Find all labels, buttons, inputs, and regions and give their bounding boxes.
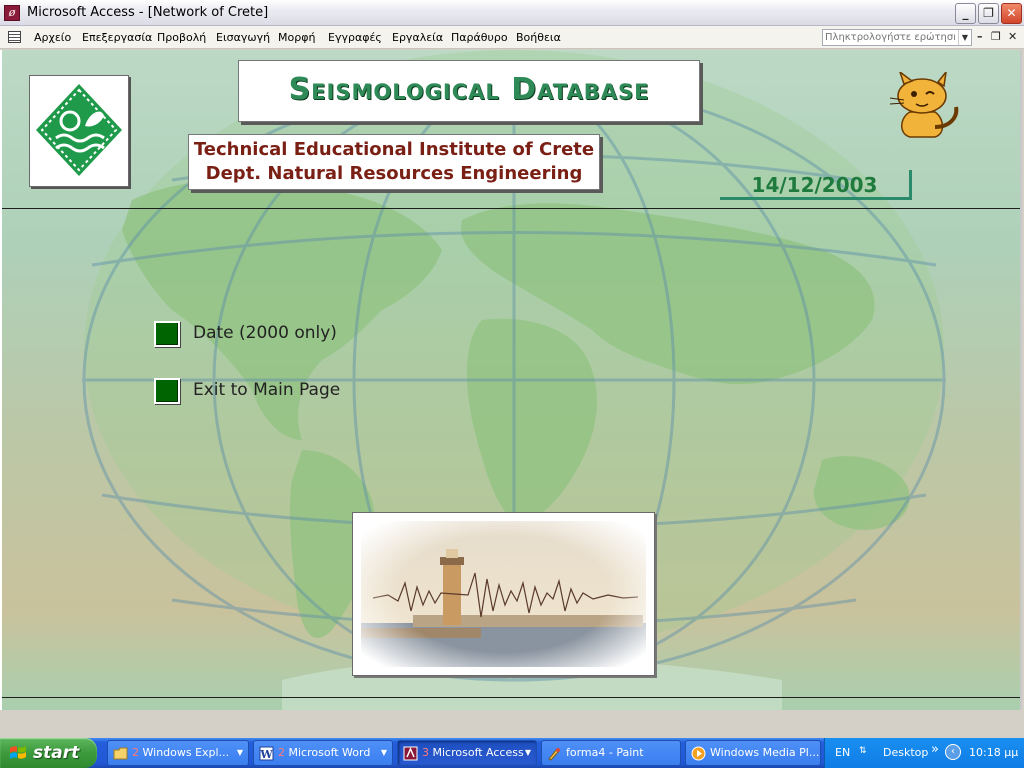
chevron-down-icon: ▼ xyxy=(380,748,387,757)
menu-help[interactable]: Βοήθεια xyxy=(516,31,561,44)
chevron-down-icon[interactable]: ▼ xyxy=(958,30,971,45)
menu-view[interactable]: Προβολή xyxy=(157,31,206,44)
minimize-button[interactable]: _ xyxy=(955,3,976,24)
divider-top xyxy=(2,208,1020,209)
menu-insert[interactable]: Εισαγωγή xyxy=(216,31,270,44)
exit-main-page-label[interactable]: Exit to Main Page xyxy=(193,380,340,400)
paint-icon xyxy=(548,748,560,761)
menu-edit[interactable]: Επεξεργασία xyxy=(82,31,152,44)
institute-logo xyxy=(29,75,129,187)
start-button[interactable]: start xyxy=(0,738,97,768)
restore-button[interactable]: ❐ xyxy=(978,3,999,24)
help-question-box[interactable]: ▼ xyxy=(822,29,972,46)
taskbar: start 2 Windows Expl... ▼ W 2 Microsoft … xyxy=(0,738,1024,768)
window-title: Microsoft Access - [Network of Crete] xyxy=(27,5,269,20)
menu-window[interactable]: Παράθυρο xyxy=(451,31,508,44)
word-icon: W xyxy=(259,746,274,761)
task-microsoft-access[interactable]: 3 Microsoft Access ▼ xyxy=(397,740,537,766)
system-tray: EN ⇅ Desktop » ‹ 10:18 μμ xyxy=(824,738,1024,768)
mdi-close-button[interactable]: ✕ xyxy=(1008,30,1017,43)
exit-main-page-button[interactable] xyxy=(154,378,180,404)
chevron-down-icon: ▼ xyxy=(236,748,243,757)
language-bar-icon[interactable]: ⇅ xyxy=(859,746,867,756)
media-player-icon xyxy=(691,746,706,761)
menu-tools[interactable]: Εργαλεία xyxy=(392,31,443,44)
start-label: start xyxy=(33,743,80,763)
current-date: 14/12/2003 xyxy=(720,170,912,200)
divider-bottom xyxy=(2,697,1020,698)
toolbar-chevron[interactable]: » xyxy=(931,742,939,757)
windows-flag-icon xyxy=(10,746,26,759)
institute-name: Technical Educational Institute of Crete xyxy=(193,139,595,160)
institute-box: Technical Educational Institute of Crete… xyxy=(188,134,600,190)
access-app-icon[interactable]: ø xyxy=(4,5,20,21)
folder-icon xyxy=(113,747,128,760)
title-bar[interactable]: ø Microsoft Access - [Network of Crete] … xyxy=(0,0,1024,26)
help-question-input[interactable] xyxy=(823,30,957,45)
menu-records[interactable]: Εγγραφές xyxy=(328,31,382,44)
mdi-restore-button[interactable]: ❐ xyxy=(991,30,1001,43)
department-name: Dept. Natural Resources Engineering xyxy=(205,163,583,184)
clock: 10:18 μμ xyxy=(969,746,1019,759)
main-form: Seismological Database Technical Educati… xyxy=(0,50,1022,710)
menu-format[interactable]: Μορφή xyxy=(278,31,315,44)
cat-mascot-icon xyxy=(889,72,959,138)
task-paint[interactable]: forma4 - Paint xyxy=(541,740,681,766)
close-button[interactable]: ✕ xyxy=(1001,3,1022,24)
date-2000-button[interactable] xyxy=(154,321,180,347)
task-windows-media-player[interactable]: Windows Media Pl... xyxy=(685,740,821,766)
desktop-toolbar[interactable]: Desktop xyxy=(883,746,928,759)
mdi-minimize-button[interactable]: – xyxy=(977,30,983,43)
task-microsoft-word[interactable]: W 2 Microsoft Word ▼ xyxy=(253,740,393,766)
chevron-down-icon: ▼ xyxy=(524,748,531,757)
date-2000-label[interactable]: Date (2000 only) xyxy=(193,323,337,343)
menu-file[interactable]: Αρχείο xyxy=(34,31,71,44)
svg-text:W: W xyxy=(259,748,273,761)
chevron-left-icon[interactable]: ‹ xyxy=(945,744,961,760)
page-title: Seismological Database xyxy=(288,72,650,107)
database-title-box: Seismological Database xyxy=(238,60,700,122)
lighthouse-seismograph-image xyxy=(352,512,655,676)
document-menu-icon[interactable] xyxy=(8,31,21,43)
task-windows-explorer[interactable]: 2 Windows Expl... ▼ xyxy=(107,740,249,766)
access-icon xyxy=(403,746,418,761)
language-indicator[interactable]: EN xyxy=(835,746,850,759)
